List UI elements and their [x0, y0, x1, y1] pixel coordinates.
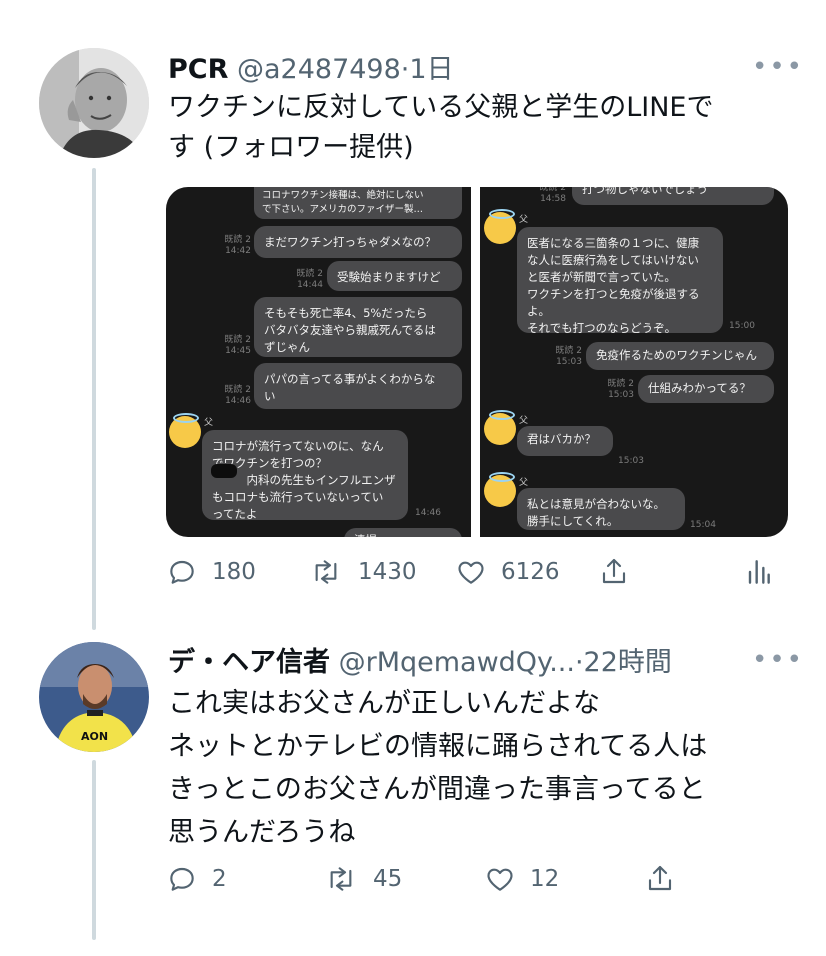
retweet-icon — [330, 867, 352, 891]
like-count: 12 — [530, 866, 560, 892]
chat-bubble-sent: パパの言ってる事がよくわからな い — [254, 363, 462, 409]
analytics-button[interactable] — [744, 556, 786, 588]
avatar-photo — [39, 48, 149, 158]
halo-icon — [489, 410, 515, 420]
read-receipt: 既読 2 15:03 — [555, 346, 582, 367]
chat-bubble-cut: 清提 — [344, 528, 462, 537]
reply-count: 180 — [212, 559, 256, 585]
heart-icon — [458, 561, 484, 584]
like-button[interactable]: 12 — [484, 863, 559, 895]
halo-icon — [489, 209, 515, 219]
chat-bubble-sent: 仕組みわかってる？ — [638, 375, 774, 403]
sender-name: 父 — [519, 478, 529, 488]
chat-bubble-received: 私とは意見が合わないな。 勝手にしてくれ。 — [517, 488, 685, 530]
message-time: 14:46 — [415, 508, 441, 518]
analytics-icon — [748, 560, 770, 584]
chat-bubble-received: 医者になる三箇条の１つに、健康 な人に医療行為をしてはいけない と医者が新聞で言… — [517, 227, 723, 335]
reply-count: 2 — [212, 866, 227, 892]
sender-name: 父 — [519, 215, 529, 225]
halo-icon — [173, 413, 199, 423]
retweet-count: 45 — [373, 866, 403, 892]
read-receipt: 既読 2 14:44 — [296, 269, 323, 290]
separator: · — [574, 647, 584, 678]
chat-bubble-sent: まだワクチン打っちゃダメなの？ — [254, 226, 462, 258]
chat-bubble-sent: 受験始まりますけど — [327, 261, 462, 291]
chat-bubble-truncated: コロナワクチン接種は、絶対にしない で下さい。アメリカのファイザー製… — [254, 187, 462, 219]
redaction — [211, 464, 237, 478]
message-time: 15:04 — [690, 520, 716, 530]
read-receipt: 既読 2 15:03 — [607, 379, 634, 400]
media-divider — [471, 187, 480, 537]
read-receipt: 既読 2 14:46 — [224, 385, 251, 406]
tweet-text: これ実はお父さんが正しいんだよな ネットとかテレビの情報に踊らされてる人は きっ… — [168, 682, 707, 854]
avatar-photo: AON — [39, 642, 149, 752]
tweet-text-line: ワクチンに反対している父親と学生のLINEで — [168, 92, 714, 123]
like-button[interactable]: 6126 — [455, 556, 560, 588]
sender-name: 父 — [204, 418, 214, 428]
tweet-text-line: きっとこのお父さんが間違った事言ってると — [168, 774, 706, 805]
share-button[interactable] — [644, 863, 690, 895]
timestamp[interactable]: 22時間 — [584, 647, 672, 678]
chat-bubble-sent: 打つ物しゃないでしょう — [572, 187, 774, 205]
chat-bubble-received: 君はバカか？ — [517, 426, 613, 456]
chat-screenshot-left[interactable]: コロナワクチン接種は、絶対にしない で下さい。アメリカのファイザー製… 既読 2… — [166, 187, 471, 537]
read-receipt: 既読 2 14:42 — [224, 235, 251, 256]
halo-icon — [489, 472, 515, 482]
reply-button[interactable]: 2 — [166, 863, 227, 895]
handle[interactable]: @rMqemawdQy... — [339, 647, 575, 678]
reply-icon — [170, 867, 194, 891]
avatar[interactable]: AON — [39, 642, 149, 752]
tweet-header: デ・ヘア信者 @rMqemawdQy...·22時間 — [168, 640, 672, 679]
message-time: 15:03 — [618, 456, 644, 466]
tweet-text-line: これ実はお父さんが正しいんだよな — [168, 688, 600, 719]
share-icon — [648, 865, 672, 891]
timestamp[interactable]: 1日 — [409, 54, 453, 85]
reply-icon — [170, 560, 194, 584]
display-name[interactable]: デ・ヘア信者 — [168, 647, 330, 678]
retweet-count: 1430 — [358, 559, 417, 585]
tweet-header: PCR @a2487498·1日 — [168, 47, 454, 86]
tweet-text-line: 思うんだろうね — [168, 817, 356, 848]
share-button[interactable] — [598, 556, 644, 588]
retweet-icon — [315, 560, 337, 584]
message-time: 15:00 — [729, 321, 755, 331]
retweet-button[interactable]: 45 — [323, 863, 402, 895]
read-receipt: 既読 2 14:58 — [539, 187, 566, 204]
heart-icon — [487, 868, 513, 891]
handle[interactable]: @a2487498 — [237, 54, 401, 85]
more-options-icon[interactable]: ••• — [752, 52, 804, 82]
display-name[interactable]: PCR — [168, 54, 228, 85]
tweet-text-line: す (フォロワー提供) — [168, 132, 414, 163]
thread-line — [92, 760, 96, 940]
tweet-media[interactable]: コロナワクチン接種は、絶対にしない で下さい。アメリカのファイザー製… 既読 2… — [166, 187, 788, 537]
share-icon — [602, 558, 626, 584]
chat-bubble-sent: そもそも死亡率4、5%だったら バタバタ友達やら親戚死んでるは ずじゃん — [254, 297, 462, 357]
chat-screenshot-right[interactable]: 既読 2 14:58 打つ物しゃないでしょう 父 医者になる三箇条の１つに、健康… — [480, 187, 788, 537]
tweet-text: ワクチンに反対している父親と学生のLINEで す (フォロワー提供) — [168, 88, 713, 168]
svg-text:AON: AON — [81, 730, 108, 743]
thread-line — [92, 168, 96, 630]
sender-name: 父 — [519, 416, 529, 426]
more-options-icon[interactable]: ••• — [752, 645, 804, 675]
reply-button[interactable]: 180 — [166, 556, 256, 588]
retweet-button[interactable]: 1430 — [308, 556, 417, 588]
chat-bubble-sent: 免疫作るためのワクチンじゃん — [586, 342, 774, 370]
tweet-text-line: ネットとかテレビの情報に踊らされてる人は — [168, 731, 708, 762]
like-count: 6126 — [501, 559, 560, 585]
avatar[interactable] — [39, 48, 149, 158]
read-receipt: 既読 2 14:45 — [224, 335, 251, 356]
